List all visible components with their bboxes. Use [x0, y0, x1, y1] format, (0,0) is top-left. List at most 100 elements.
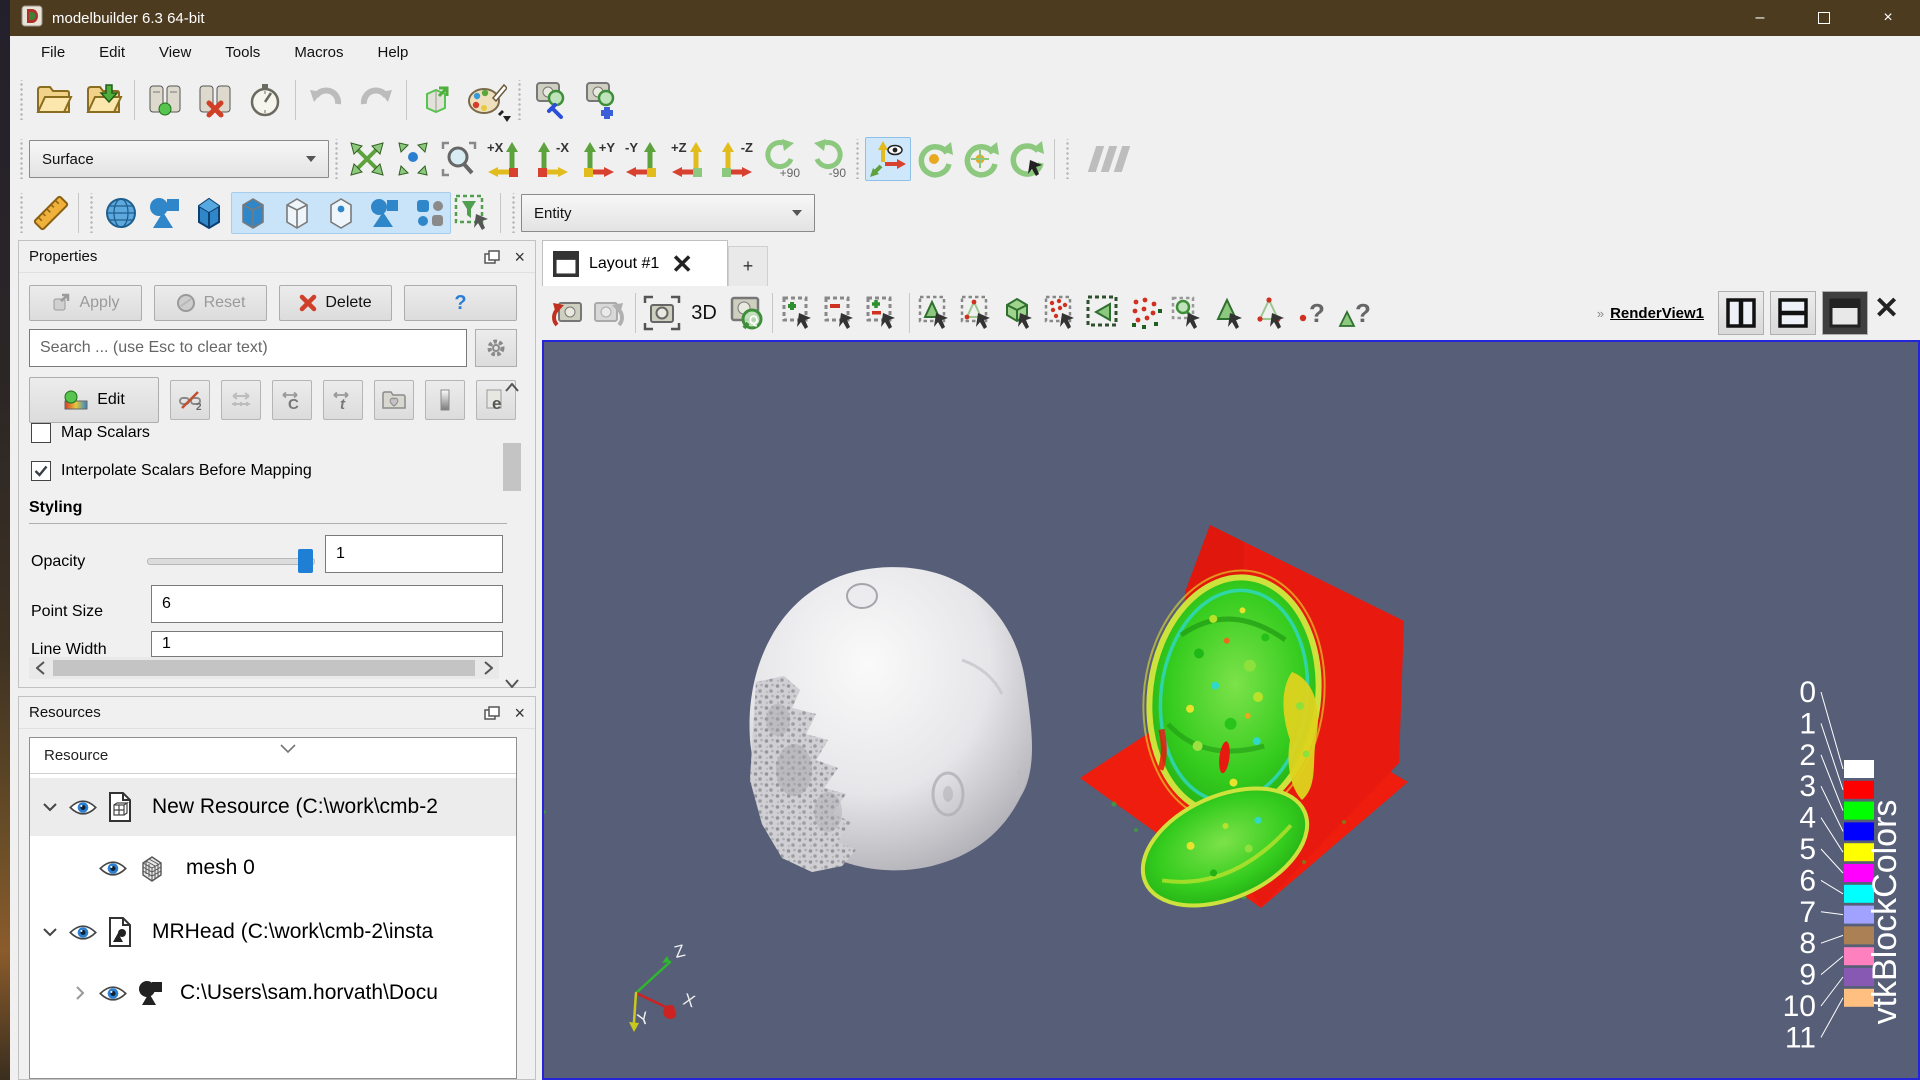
opacity-slider[interactable]: [147, 549, 315, 573]
select-points-polygon-button[interactable]: [1125, 292, 1167, 334]
toolbar-grip[interactable]: [88, 193, 95, 233]
interactive-zoom-button[interactable]: [1167, 292, 1209, 334]
tree-row-mesh0[interactable]: mesh 0: [30, 842, 516, 894]
hover-cells-button[interactable]: [1209, 292, 1251, 334]
opacity-bar-button[interactable]: [425, 380, 465, 420]
help-button[interactable]: ?: [404, 285, 517, 321]
collapsed-chevron-icon[interactable]: [70, 986, 90, 1000]
surface-representation-button[interactable]: [231, 192, 275, 234]
toolbar-grip[interactable]: [854, 139, 861, 179]
scroll-up-icon[interactable]: [501, 377, 523, 397]
redo-button[interactable]: [351, 76, 401, 124]
camera-plus-y-button[interactable]: +Y: [574, 137, 620, 181]
reset-camera-button[interactable]: [546, 292, 588, 334]
opacity-field[interactable]: [325, 535, 503, 573]
rotate-about-point-button[interactable]: [957, 137, 1003, 181]
head-model[interactable]: [749, 567, 1032, 872]
glyph-representation-button[interactable]: [363, 192, 407, 234]
tree-row-new-resource[interactable]: New Resource (C:\work\cmb-2: [30, 778, 516, 836]
zoom-to-data-add-button[interactable]: [577, 76, 627, 124]
toggle-3d-button[interactable]: 3D: [683, 292, 725, 334]
redo-camera-button[interactable]: [588, 292, 630, 334]
toolbar-grip[interactable]: [1064, 139, 1071, 179]
select-cells-on-button[interactable]: [915, 292, 957, 334]
properties-horizontal-scrollbar[interactable]: [29, 657, 499, 679]
query-cell-button[interactable]: ?: [1335, 292, 1377, 334]
camera-minus-y-button[interactable]: -Y: [620, 137, 666, 181]
timer-button[interactable]: [240, 76, 290, 124]
menu-edit[interactable]: Edit: [82, 36, 142, 68]
minimize-button[interactable]: –: [1728, 0, 1792, 36]
tree-row-image-source[interactable]: C:\Users\sam.horvath\Docu: [30, 966, 516, 1020]
layout-tab[interactable]: Layout #1 ✕: [542, 240, 728, 286]
add-selection-button[interactable]: [778, 292, 820, 334]
query-point-button[interactable]: ?: [1293, 292, 1335, 334]
unlink-button[interactable]: 2: [170, 380, 210, 420]
undock-icon[interactable]: [484, 705, 501, 720]
toolbar-grip[interactable]: [18, 139, 25, 179]
zoom-closest-button[interactable]: [390, 137, 436, 181]
camera-minus-z-button[interactable]: -Z: [712, 137, 758, 181]
zoom-to-data-edit-button[interactable]: [527, 76, 577, 124]
close-tab-icon[interactable]: ✕: [671, 251, 693, 277]
split-horizontal-button[interactable]: [1718, 291, 1764, 335]
blocks-representation-button[interactable]: [407, 192, 451, 234]
camera-minus-x-button[interactable]: -X: [528, 137, 574, 181]
zoom-to-box-button[interactable]: [436, 137, 482, 181]
scroll-right-icon[interactable]: [477, 657, 499, 679]
scroll-left-icon[interactable]: [29, 657, 51, 679]
render-view-name[interactable]: RenderView1: [1610, 305, 1704, 322]
solid-cube-button[interactable]: [187, 192, 231, 234]
select-points-on-button[interactable]: [957, 292, 999, 334]
subtract-selection-button[interactable]: [820, 292, 862, 334]
toolbar-grip[interactable]: [18, 193, 25, 233]
show-orientation-axes-toggle[interactable]: [865, 137, 911, 181]
line-width-field[interactable]: [151, 631, 503, 657]
expand-chevron-icon[interactable]: [40, 802, 60, 812]
rescale-temporal-button[interactable]: t: [323, 380, 363, 420]
favorites-button[interactable]: [374, 380, 414, 420]
delete-button[interactable]: Delete: [279, 285, 392, 321]
entity-combobox[interactable]: Entity: [521, 194, 815, 232]
camera-plus-x-button[interactable]: +X: [482, 137, 528, 181]
resource-column-header[interactable]: Resource: [30, 738, 516, 774]
expand-chevron-icon[interactable]: [40, 927, 60, 937]
open-file-button[interactable]: [29, 76, 79, 124]
toolbar-grip[interactable]: [516, 80, 523, 120]
scroll-down-icon[interactable]: [501, 673, 523, 693]
visibility-eye-icon[interactable]: [96, 985, 130, 1002]
mesh-view-button[interactable]: [99, 192, 143, 234]
edit-colormap-button[interactable]: Edit: [29, 377, 159, 423]
menu-view[interactable]: View: [142, 36, 208, 68]
menu-macros[interactable]: Macros: [277, 36, 360, 68]
reset-zoom-button[interactable]: [344, 137, 390, 181]
color-palette-button[interactable]: [462, 76, 512, 124]
tree-row-mrhead[interactable]: MRHead (C:\work\cmb-2\insta: [30, 904, 516, 960]
rescale-range-button[interactable]: [221, 380, 261, 420]
extract-selection-button[interactable]: [451, 192, 495, 234]
hover-points-button[interactable]: [1251, 292, 1293, 334]
menu-help[interactable]: Help: [361, 36, 426, 68]
export-scene-button[interactable]: [412, 76, 462, 124]
select-cells-polygon-button[interactable]: [1083, 292, 1125, 334]
split-vertical-button[interactable]: [1770, 291, 1816, 335]
visibility-eye-icon[interactable]: [66, 924, 100, 941]
pick-rotation-center-button[interactable]: [1003, 137, 1049, 181]
close-button[interactable]: ×: [1856, 0, 1920, 36]
undock-icon[interactable]: [484, 249, 501, 264]
render-view[interactable]: Z X Y 0 1 2 3 4 5 6 7 8 9 10 11 vtkBlockColors: [542, 340, 1920, 1080]
select-block-button[interactable]: [999, 292, 1041, 334]
map-scalars-checkbox[interactable]: Map Scalars: [31, 423, 150, 443]
toolbar-grip[interactable]: [510, 193, 517, 233]
close-view-button[interactable]: ✕: [1874, 291, 1914, 335]
import-file-button[interactable]: [79, 76, 129, 124]
connect-server-button[interactable]: [140, 76, 190, 124]
camera-plus-z-button[interactable]: +Z: [666, 137, 712, 181]
menu-tools[interactable]: Tools: [208, 36, 277, 68]
maximize-view-button[interactable]: [1822, 291, 1868, 335]
point-size-field[interactable]: [151, 585, 503, 623]
disconnect-server-button[interactable]: [190, 76, 240, 124]
representation-combobox[interactable]: Surface: [29, 140, 329, 178]
capture-screenshot-button[interactable]: [641, 292, 683, 334]
rotate-about-center-button[interactable]: [911, 137, 957, 181]
